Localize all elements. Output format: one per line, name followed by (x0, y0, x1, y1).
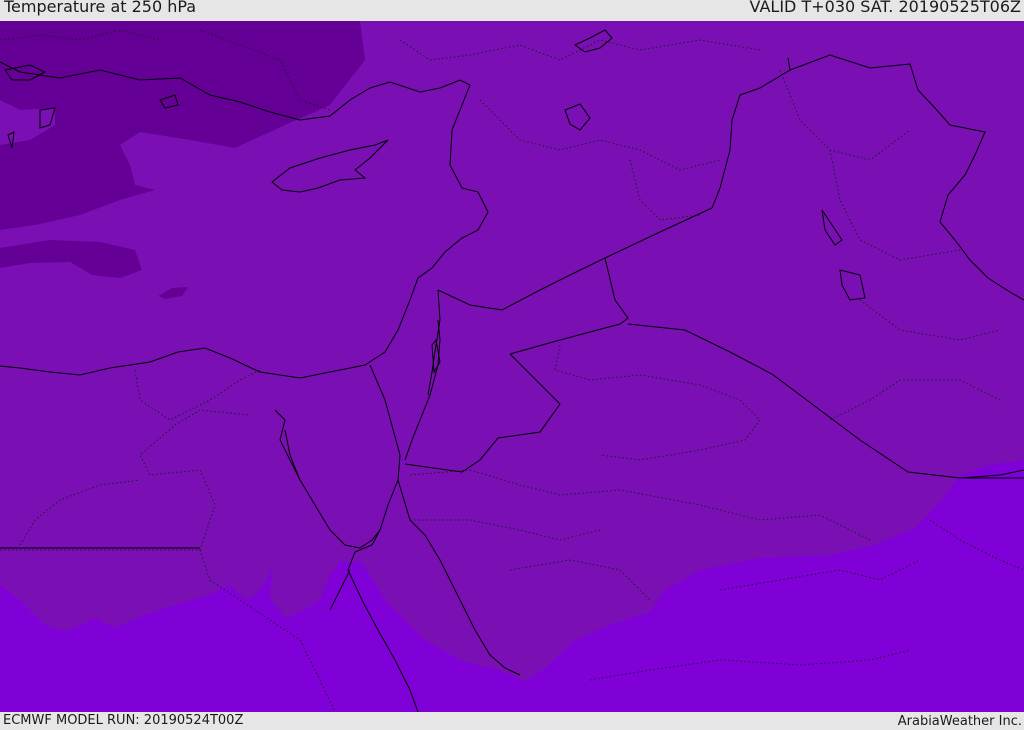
valid-time-label: VALID T+030 SAT. 20190525T06Z (749, 0, 1021, 16)
map-panel[interactable] (0, 21, 1024, 712)
top-bar: Temperature at 250 hPa VALID T+030 SAT. … (0, 0, 1024, 21)
temperature-map (0, 21, 1024, 712)
model-run-label: ECMWF MODEL RUN: 20190524T00Z (3, 713, 244, 728)
map-title: Temperature at 250 hPa (4, 0, 197, 16)
credit-label: ArabiaWeather Inc. (897, 714, 1022, 729)
bottom-bar: ECMWF MODEL RUN: 20190524T00Z ArabiaWeat… (0, 712, 1024, 729)
